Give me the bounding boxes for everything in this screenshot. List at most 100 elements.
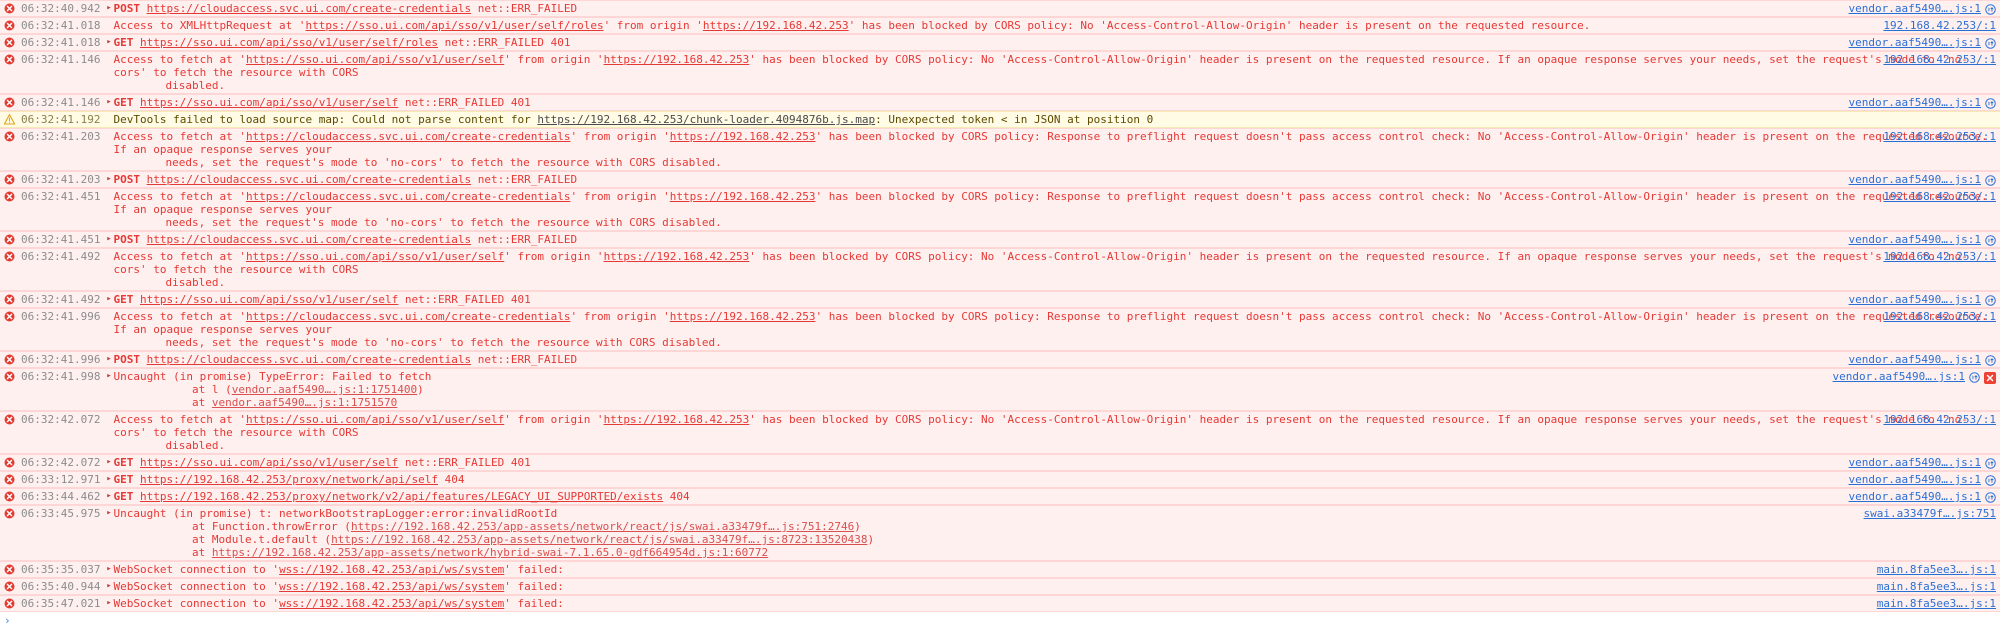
message-url-link[interactable]: https://sso.ui.com/api/sso/v1/user/self: [140, 293, 398, 306]
console-message-error[interactable]: 06:35:40.944 ▸ WebSocket connection to 'ws…: [0, 578, 2000, 595]
error-x-badge[interactable]: [1984, 371, 1996, 384]
message-url-link[interactable]: https://cloudaccess.svc.ui.com/create-cr…: [246, 190, 571, 203]
expand-triangle-icon[interactable]: ▸: [104, 490, 113, 503]
message-url-link[interactable]: https://sso.ui.com/api/sso/v1/user/self: [140, 96, 398, 109]
message-url-link[interactable]: https://192.168.42.253/proxy/network/v2/…: [140, 490, 663, 503]
console-message-error[interactable]: 06:32:41.018▸Access to XMLHttpRequest at…: [0, 17, 2000, 34]
console-message-error[interactable]: 06:32:41.146 ▸ GET https://sso.ui.com/api/…: [0, 94, 2000, 111]
network-request-icon[interactable]: [1985, 38, 1996, 49]
expand-triangle-icon[interactable]: ▸: [104, 580, 113, 593]
message-url-link[interactable]: https://192.168.42.253: [604, 250, 750, 263]
console-message-error[interactable]: 06:32:41.492 ▸ GET https://sso.ui.com/api/…: [0, 291, 2000, 308]
message-url-link[interactable]: https://192.168.42.253: [604, 413, 750, 426]
expand-triangle-icon[interactable]: ▸: [104, 456, 113, 469]
source-file-link[interactable]: 192.168.42.253/:1: [1883, 19, 1996, 32]
expand-triangle-icon[interactable]: ▸: [104, 473, 113, 486]
message-url-link[interactable]: https://sso.ui.com/api/sso/v1/user/self: [140, 456, 398, 469]
message-url-link[interactable]: https://cloudaccess.svc.ui.com/create-cr…: [246, 310, 571, 323]
source-file-link[interactable]: 192.168.42.253/:1: [1883, 53, 1996, 66]
expand-triangle-icon[interactable]: ▸: [104, 173, 113, 186]
expand-triangle-icon[interactable]: ▸: [104, 233, 113, 246]
console-message-error[interactable]: 06:35:47.021 ▸ WebSocket connection to 'ws…: [0, 595, 2000, 612]
expand-triangle-icon[interactable]: ▸: [104, 36, 113, 49]
network-request-icon[interactable]: [1985, 492, 1996, 503]
message-url-link[interactable]: https://192.168.42.253: [670, 190, 816, 203]
message-url-link[interactable]: https://cloudaccess.svc.ui.com/create-cr…: [147, 353, 472, 366]
source-file-link[interactable]: 192.168.42.253/:1: [1883, 190, 1996, 203]
console-message-error[interactable]: 06:32:41.451 ▸ POST https://cloudaccess.sv…: [0, 231, 2000, 248]
message-url-link[interactable]: https://sso.ui.com/api/sso/v1/user/self/…: [306, 19, 604, 32]
console-message-error[interactable]: 06:32:41.996 ▸ POST https://cloudaccess.sv…: [0, 351, 2000, 368]
console-message-error[interactable]: 06:32:41.203▸Access to fetch at 'https:/…: [0, 128, 2000, 171]
source-file-link[interactable]: vendor.aaf5490….js:1: [1849, 96, 1981, 109]
message-url-link[interactable]: https://cloudaccess.svc.ui.com/create-cr…: [147, 2, 472, 15]
network-request-icon[interactable]: [1985, 175, 1996, 186]
network-request-icon[interactable]: [1985, 295, 1996, 306]
stack-frame-link[interactable]: vendor.aaf5490….js:1:1751400: [232, 383, 417, 396]
source-file-link[interactable]: vendor.aaf5490….js:1: [1833, 370, 1965, 383]
console-message-error[interactable]: 06:32:41.018 ▸ GET https://sso.ui.com/api/…: [0, 34, 2000, 51]
network-request-icon[interactable]: [1985, 235, 1996, 246]
source-file-link[interactable]: 192.168.42.253/:1: [1883, 250, 1996, 263]
message-url-link[interactable]: https://192.168.42.253: [703, 19, 849, 32]
expand-triangle-icon[interactable]: ▸: [104, 353, 113, 366]
expand-triangle-icon[interactable]: ▸: [104, 293, 113, 306]
expand-triangle-icon[interactable]: ▸: [104, 2, 113, 15]
console-prompt-row[interactable]: ›: [0, 612, 2000, 630]
console-message-error[interactable]: 06:32:41.451▸Access to fetch at 'https:/…: [0, 188, 2000, 231]
console-message-error[interactable]: 06:32:41.492▸Access to fetch at 'https:/…: [0, 248, 2000, 291]
message-url-link[interactable]: https://sso.ui.com/api/sso/v1/user/self: [246, 53, 504, 66]
source-file-link[interactable]: swai.a33479f….js:751: [1864, 507, 1996, 520]
message-url-link[interactable]: wss://192.168.42.253/api/ws/system: [279, 563, 504, 576]
console-message-error[interactable]: 06:32:42.072▸Access to fetch at 'https:/…: [0, 411, 2000, 454]
message-url-link[interactable]: https://192.168.42.253/proxy/network/api…: [140, 473, 438, 486]
console-message-warning[interactable]: 06:32:41.192▸DevTools failed to load sou…: [0, 111, 2000, 128]
message-url-link[interactable]: https://sso.ui.com/api/sso/v1/user/self: [246, 413, 504, 426]
stack-frame-link[interactable]: vendor.aaf5490….js:1:1751570: [212, 396, 397, 409]
console-message-error[interactable]: 06:33:12.971 ▸ GET https://192.168.42.253/…: [0, 471, 2000, 488]
source-file-link[interactable]: vendor.aaf5490….js:1: [1849, 173, 1981, 186]
console-message-error[interactable]: 06:32:40.942 ▸ POST https://cloudaccess.sv…: [0, 0, 2000, 17]
stack-frame-link[interactable]: https://192.168.42.253/app-assets/networ…: [351, 520, 854, 533]
console-message-error[interactable]: 06:35:35.037 ▸ WebSocket connection to 'ws…: [0, 561, 2000, 578]
network-request-icon[interactable]: [1985, 98, 1996, 109]
network-request-icon[interactable]: [1985, 475, 1996, 486]
source-file-link[interactable]: 192.168.42.253/:1: [1883, 310, 1996, 323]
message-url-link[interactable]: https://sso.ui.com/api/sso/v1/user/self/…: [140, 36, 438, 49]
message-url-link[interactable]: https://cloudaccess.svc.ui.com/create-cr…: [147, 233, 472, 246]
stack-frame-link[interactable]: https://192.168.42.253/app-assets/networ…: [212, 546, 768, 559]
message-url-link[interactable]: https://sso.ui.com/api/sso/v1/user/self: [246, 250, 504, 263]
source-file-link[interactable]: main.8fa5ee3….js:1: [1877, 580, 1996, 593]
console-message-error[interactable]: 06:32:42.072 ▸ GET https://sso.ui.com/api/…: [0, 454, 2000, 471]
network-request-icon[interactable]: [1985, 458, 1996, 469]
message-url-link[interactable]: https://192.168.42.253: [670, 130, 816, 143]
stack-frame-link[interactable]: https://192.168.42.253/app-assets/networ…: [331, 533, 867, 546]
console-message-error[interactable]: 06:33:44.462 ▸ GET https://192.168.42.253/…: [0, 488, 2000, 505]
message-url-link[interactable]: wss://192.168.42.253/api/ws/system: [279, 597, 504, 610]
network-request-icon[interactable]: [1985, 355, 1996, 366]
console-message-error[interactable]: 06:32:41.203 ▸ POST https://cloudaccess.sv…: [0, 171, 2000, 188]
source-file-link[interactable]: vendor.aaf5490….js:1: [1849, 490, 1981, 503]
source-file-link[interactable]: vendor.aaf5490….js:1: [1849, 473, 1981, 486]
source-file-link[interactable]: vendor.aaf5490….js:1: [1849, 233, 1981, 246]
source-file-link[interactable]: vendor.aaf5490….js:1: [1849, 2, 1981, 15]
source-file-link[interactable]: vendor.aaf5490….js:1: [1849, 36, 1981, 49]
console-message-error[interactable]: 06:33:45.975 ▸ Uncaught (in promise) t: ne…: [0, 505, 2000, 561]
source-file-link[interactable]: vendor.aaf5490….js:1: [1849, 456, 1981, 469]
message-url-link[interactable]: https://cloudaccess.svc.ui.com/create-cr…: [246, 130, 571, 143]
expand-triangle-icon[interactable]: ▸: [104, 597, 113, 610]
expand-triangle-icon[interactable]: ▸: [104, 507, 113, 520]
console-message-error[interactable]: 06:32:41.998 ▸ Uncaught (in promise) TypeE…: [0, 368, 2000, 411]
source-file-link[interactable]: vendor.aaf5490….js:1: [1849, 353, 1981, 366]
expand-triangle-icon[interactable]: ▸: [104, 96, 113, 109]
network-request-icon[interactable]: [1969, 372, 1980, 383]
console-prompt-input[interactable]: [18, 614, 2000, 627]
console-message-error[interactable]: 06:32:41.996▸Access to fetch at 'https:/…: [0, 308, 2000, 351]
source-file-link[interactable]: 192.168.42.253/:1: [1883, 413, 1996, 426]
source-file-link[interactable]: vendor.aaf5490….js:1: [1849, 293, 1981, 306]
source-file-link[interactable]: 192.168.42.253/:1: [1883, 130, 1996, 143]
expand-triangle-icon[interactable]: ▸: [104, 563, 113, 576]
message-url-link[interactable]: https://cloudaccess.svc.ui.com/create-cr…: [147, 173, 472, 186]
message-url-link[interactable]: https://192.168.42.253/chunk-loader.4094…: [537, 113, 875, 126]
message-url-link[interactable]: https://192.168.42.253: [604, 53, 750, 66]
